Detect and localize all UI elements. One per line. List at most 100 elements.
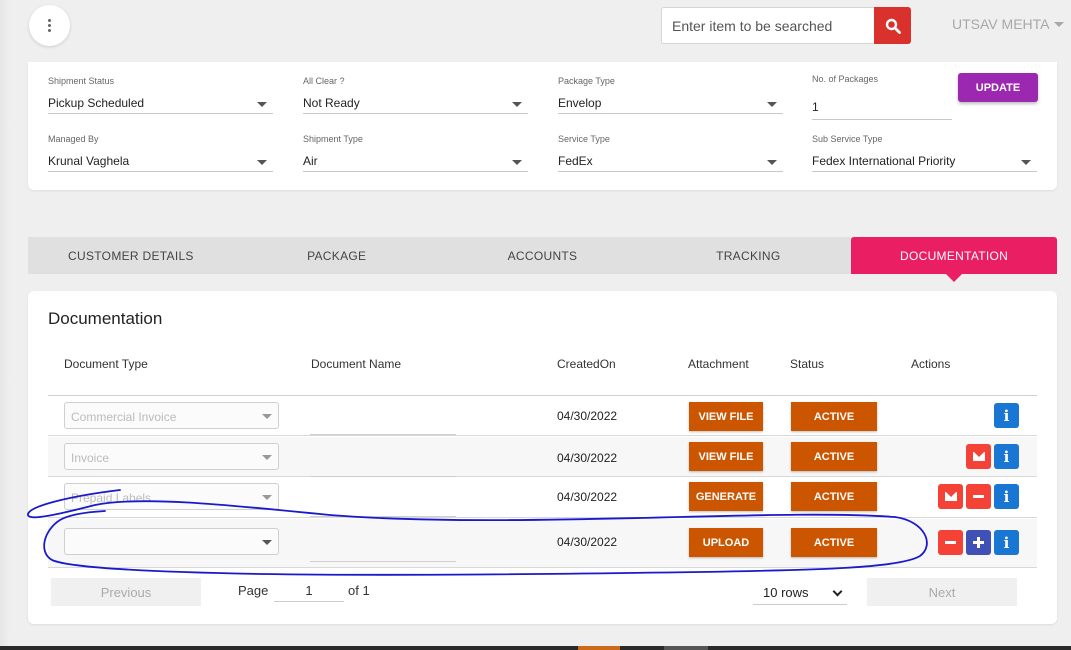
tab-bar: CUSTOMER DETAILS PACKAGE ACCOUNTS TRACKI… bbox=[28, 237, 1057, 282]
tab-accounts[interactable]: ACCOUNTS bbox=[440, 237, 646, 274]
user-name: UTSAV MEHTA bbox=[952, 16, 1050, 32]
shipment-type-field[interactable]: Shipment Type Air bbox=[303, 134, 528, 172]
more-vertical-icon bbox=[48, 19, 51, 32]
caret-down-icon bbox=[1053, 21, 1064, 27]
email-button[interactable] bbox=[966, 444, 991, 469]
search-input[interactable] bbox=[661, 7, 875, 44]
field-label: Shipment Status bbox=[48, 76, 115, 86]
field-label: No. of Packages bbox=[812, 74, 879, 84]
created-on: 04/30/2022 bbox=[557, 535, 618, 549]
upload-button[interactable]: UPLOAD bbox=[689, 528, 763, 557]
view-file-button[interactable]: VIEW FILE bbox=[689, 442, 763, 471]
field-value: Fedex International Priority bbox=[812, 154, 956, 168]
email-button[interactable] bbox=[938, 484, 963, 509]
view-file-button[interactable]: VIEW FILE bbox=[689, 402, 763, 431]
page-total: of 1 bbox=[348, 583, 370, 598]
field-value: Krunal Vaghela bbox=[48, 154, 130, 168]
column-header: Attachment bbox=[688, 357, 749, 371]
status-button[interactable]: ACTIVE bbox=[791, 442, 877, 471]
dropdown-arrow-icon bbox=[767, 160, 777, 165]
add-button[interactable] bbox=[966, 530, 991, 555]
generate-button[interactable]: GENERATE bbox=[689, 482, 763, 511]
left-edge bbox=[0, 0, 10, 650]
email-icon bbox=[972, 452, 985, 461]
table-row: Invoice 04/30/2022 VIEW FILE ACTIVE i bbox=[48, 437, 1037, 477]
column-header: Status bbox=[790, 357, 825, 371]
dropdown-arrow-icon bbox=[262, 414, 272, 419]
document-type-select[interactable]: Commercial Invoice bbox=[64, 402, 279, 429]
info-button[interactable]: i bbox=[994, 530, 1019, 555]
status-button[interactable]: ACTIVE bbox=[791, 402, 877, 431]
info-icon: i bbox=[1003, 406, 1010, 425]
user-menu[interactable]: UTSAV MEHTA bbox=[952, 16, 1064, 32]
tab-tracking[interactable]: TRACKING bbox=[645, 237, 851, 274]
active-tab-pointer bbox=[946, 274, 963, 282]
field-value: Not Ready bbox=[303, 96, 360, 110]
field-value: FedEx bbox=[558, 154, 593, 168]
no-of-packages-field[interactable]: No. of Packages 1 bbox=[812, 74, 952, 120]
info-icon: i bbox=[1003, 533, 1010, 552]
minus-icon bbox=[945, 541, 956, 544]
document-name-field[interactable] bbox=[310, 516, 456, 517]
info-button[interactable]: i bbox=[994, 444, 1019, 469]
shipment-status-field[interactable]: Shipment Status Pickup Scheduled bbox=[48, 76, 273, 114]
next-button[interactable]: Next bbox=[867, 578, 1017, 606]
taskbar-segment bbox=[664, 646, 708, 650]
created-on: 04/30/2022 bbox=[557, 451, 618, 465]
info-button[interactable]: i bbox=[994, 403, 1019, 428]
document-type-select[interactable] bbox=[64, 528, 279, 555]
select-value: Invoice bbox=[71, 451, 110, 465]
document-name-field[interactable] bbox=[310, 561, 456, 562]
menu-button[interactable] bbox=[29, 5, 70, 46]
search-button[interactable] bbox=[874, 7, 911, 44]
dropdown-arrow-icon bbox=[512, 102, 522, 107]
status-button[interactable]: ACTIVE bbox=[791, 528, 877, 557]
search-icon bbox=[885, 18, 901, 34]
plus-icon bbox=[973, 537, 984, 548]
page-number-input[interactable] bbox=[274, 580, 344, 602]
update-button[interactable]: UPDATE bbox=[958, 73, 1038, 102]
status-button[interactable]: ACTIVE bbox=[791, 482, 877, 511]
column-header: Document Type bbox=[64, 357, 148, 371]
field-value: 1 bbox=[812, 100, 819, 114]
bottom-taskbar-strip bbox=[0, 646, 1071, 650]
all-clear-field[interactable]: All Clear ? Not Ready bbox=[303, 76, 528, 114]
managed-by-field[interactable]: Managed By Krunal Vaghela bbox=[48, 134, 273, 172]
dropdown-arrow-icon bbox=[262, 455, 272, 460]
service-type-field[interactable]: Service Type FedEx bbox=[558, 134, 783, 172]
rows-per-page-select[interactable]: 10 rows bbox=[753, 579, 847, 605]
field-label: Managed By bbox=[48, 134, 99, 144]
document-name-field[interactable] bbox=[310, 476, 456, 477]
dropdown-arrow-icon bbox=[262, 495, 272, 500]
tab-package[interactable]: PACKAGE bbox=[234, 237, 440, 274]
info-button[interactable]: i bbox=[994, 484, 1019, 509]
package-type-field[interactable]: Package Type Envelop bbox=[558, 76, 783, 114]
sub-service-type-field[interactable]: Sub Service Type Fedex International Pri… bbox=[812, 134, 1037, 172]
field-label: Package Type bbox=[558, 76, 615, 86]
column-header: CreatedOn bbox=[557, 357, 616, 371]
field-label: Shipment Type bbox=[303, 134, 363, 144]
dropdown-arrow-icon bbox=[257, 160, 267, 165]
tab-customer-details[interactable]: CUSTOMER DETAILS bbox=[28, 237, 234, 274]
table-row: 04/30/2022 UPLOAD ACTIVE i bbox=[48, 519, 1037, 568]
taskbar-segment bbox=[578, 646, 620, 650]
dropdown-arrow-icon bbox=[1021, 160, 1031, 165]
document-name-field[interactable] bbox=[310, 434, 456, 435]
remove-button[interactable] bbox=[938, 530, 963, 555]
page-label: Page bbox=[238, 583, 269, 598]
field-label: All Clear ? bbox=[303, 76, 345, 86]
previous-button[interactable]: Previous bbox=[51, 578, 201, 606]
document-type-select[interactable]: Invoice bbox=[64, 443, 279, 470]
field-value: Air bbox=[303, 154, 318, 168]
remove-button[interactable] bbox=[966, 484, 991, 509]
table-row: Prepaid Labels 04/30/2022 GENERATE ACTIV… bbox=[48, 478, 1037, 518]
info-icon: i bbox=[1003, 487, 1010, 506]
field-label: Service Type bbox=[558, 134, 610, 144]
select-value: Prepaid Labels bbox=[71, 491, 152, 505]
document-type-select[interactable]: Prepaid Labels bbox=[64, 483, 279, 510]
documentation-card: Documentation Document Type Document Nam… bbox=[28, 291, 1057, 624]
tab-documentation[interactable]: DOCUMENTATION bbox=[851, 237, 1057, 282]
created-on: 04/30/2022 bbox=[557, 490, 618, 504]
field-value: Envelop bbox=[558, 96, 602, 110]
column-header: Document Name bbox=[311, 357, 402, 371]
